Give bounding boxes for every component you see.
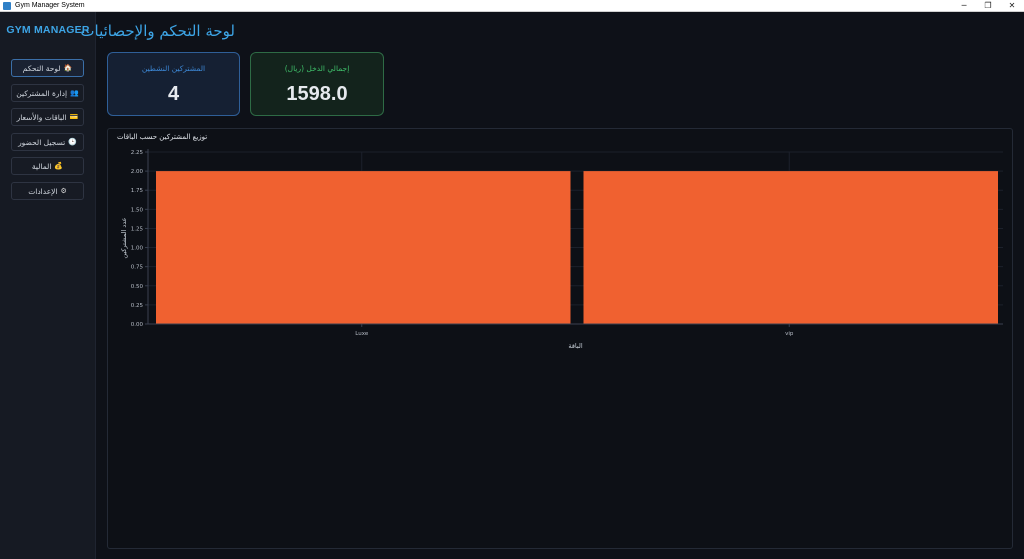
sidebar-item-label: الباقات والأسعار xyxy=(16,112,67,122)
card-value: 4 xyxy=(167,83,180,105)
window-title: Gym Manager System xyxy=(15,2,85,9)
card-label: إجمالي الدخل (ريال) xyxy=(284,64,350,73)
y-tick-label: 0.25 xyxy=(131,303,144,309)
card-icon: 💳 xyxy=(69,113,79,121)
minimize-button[interactable]: ─ xyxy=(952,0,976,12)
x-tick-label: vip xyxy=(785,331,794,337)
money-icon: 💰 xyxy=(54,162,64,170)
gear-icon: ⚙ xyxy=(60,187,67,195)
home-icon: 🏠 xyxy=(63,64,73,72)
x-axis-label: الباقة xyxy=(568,342,583,350)
sidebar-item-attendance[interactable]: 🕒 تسجيل الحضور xyxy=(11,133,84,151)
y-tick-label: 0.75 xyxy=(131,265,144,271)
y-axis-label: عدد المشتركين xyxy=(120,217,128,258)
y-tick-label: 1.75 xyxy=(131,188,144,194)
sidebar-item-label: تسجيل الحضور xyxy=(18,137,66,147)
x-tick-label: Luxe xyxy=(355,331,369,337)
sidebar-item-plans[interactable]: 💳 الباقات والأسعار xyxy=(11,108,84,126)
sidebar-item-label: المالية xyxy=(31,161,52,171)
y-tick-label: 1.00 xyxy=(131,246,144,252)
window-controls: ─ ❐ ✕ xyxy=(952,0,1024,12)
bar-Luxe xyxy=(156,171,571,324)
sidebar-item-finance[interactable]: 💰 المالية xyxy=(11,157,84,175)
card-value: 1598.0 xyxy=(286,83,348,105)
card-label: المشتركين النشطين xyxy=(141,64,206,73)
window-title-bar: Gym Manager System ─ ❐ ✕ xyxy=(0,0,1024,12)
y-tick-label: 1.25 xyxy=(131,226,144,232)
bar-chart: 0.00 0.25 0.50 0.75 1.00 1.25 1.50 1.75 2.00 2.25… xyxy=(120,149,1003,350)
bar-vip xyxy=(583,171,998,324)
close-button[interactable]: ✕ xyxy=(1000,0,1024,12)
y-tick-label: 0.50 xyxy=(131,284,144,290)
sidebar-item-dashboard[interactable]: 🏠 لوحة التحكم xyxy=(11,59,84,77)
total-income-card: إجمالي الدخل (ريال) 1598.0 xyxy=(250,52,384,116)
y-tick-label: 2.00 xyxy=(131,169,144,175)
active-members-card: المشتركين النشطين 4 xyxy=(107,52,240,116)
sidebar-item-label: إدارة المشتركين xyxy=(16,88,68,98)
users-icon: 👥 xyxy=(70,89,79,97)
sidebar-item-settings[interactable]: ⚙ الإعدادات xyxy=(11,182,84,200)
clock-icon: 🕒 xyxy=(68,138,77,146)
y-tick-label: 1.50 xyxy=(131,207,144,213)
app-icon xyxy=(3,1,11,10)
sidebar-item-members[interactable]: 👥 إدارة المشتركين xyxy=(11,84,84,102)
sidebar-item-label: الإعدادات xyxy=(28,186,58,196)
restore-button[interactable]: ❐ xyxy=(976,0,1000,12)
sidebar-item-label: لوحة التحكم xyxy=(22,63,61,73)
sidebar: GYM MANAGER 🏠 لوحة التحكم 👥 إدارة المشتر… xyxy=(0,12,96,559)
y-tick-label: 0.00 xyxy=(131,322,144,328)
chart-panel: توزيع المشتركين حسب الباقات 0.00 0.25 0.50… xyxy=(107,128,1013,549)
y-tick-label: 2.25 xyxy=(131,150,144,156)
page-title: لوحة التحكم والإحصائيات xyxy=(80,22,235,40)
